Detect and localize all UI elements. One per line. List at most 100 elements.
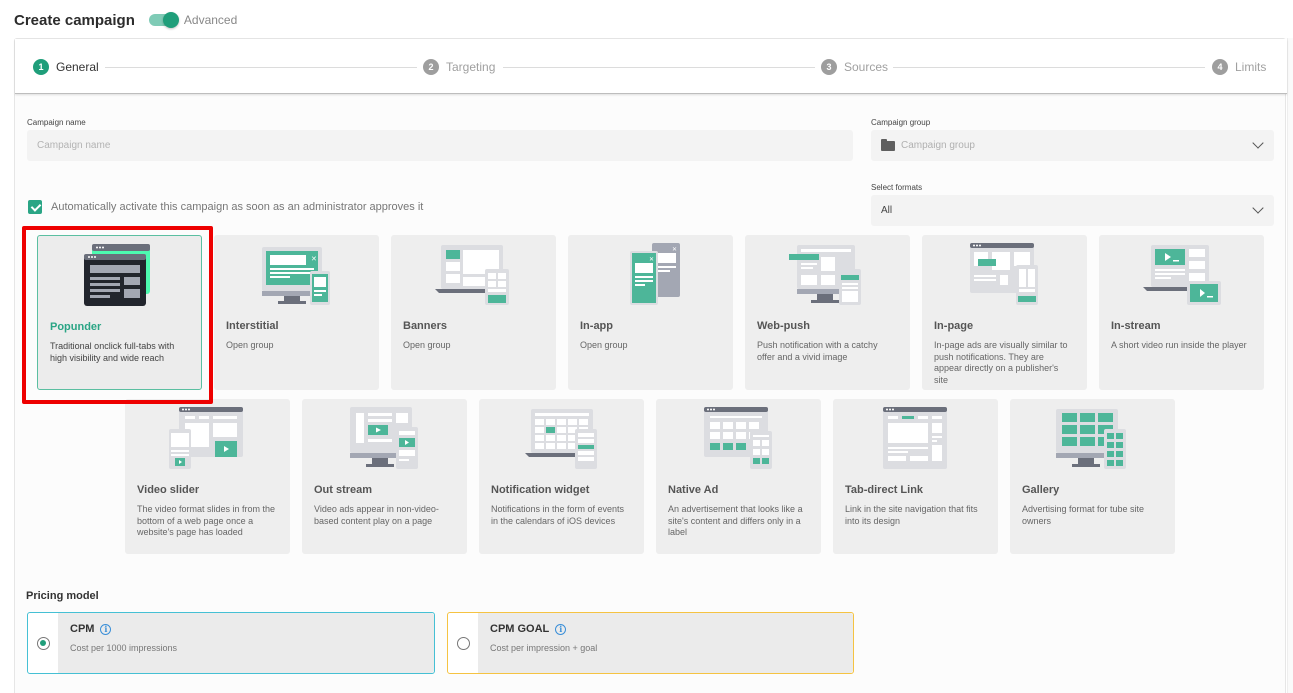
select-formats-label: Select formats bbox=[871, 183, 923, 192]
step-label: Limits bbox=[1235, 60, 1267, 74]
format-tile-in-app[interactable]: ✕ ✕ In-app Open group bbox=[568, 235, 733, 390]
page-title: Create campaign bbox=[14, 11, 135, 29]
format-tile-in-stream[interactable]: In-stream A short video run inside the pl… bbox=[1099, 235, 1264, 390]
advanced-toggle-label: Advanced bbox=[183, 13, 238, 27]
format-tile-desc: Link in the site navigation that fits in… bbox=[845, 504, 978, 526]
format-tile-title: In-app bbox=[580, 320, 613, 332]
pricing-option-cpm[interactable]: CPM i Cost per 1000 impressions bbox=[27, 612, 435, 674]
format-tile-desc: An advertisement that looks like a site'… bbox=[668, 504, 803, 537]
step-label: Sources bbox=[844, 60, 889, 74]
step-number: 3 bbox=[821, 59, 837, 75]
format-tile-desc: Open group bbox=[226, 340, 274, 350]
format-tile-title: Interstitial bbox=[226, 320, 279, 332]
format-tile-title: Out stream bbox=[314, 484, 373, 496]
pricing-option-body: CPM GOAL i Cost per impression + goal bbox=[478, 613, 853, 673]
campaign-group-placeholder: Campaign group bbox=[901, 140, 975, 151]
gallery-icon bbox=[1052, 405, 1132, 471]
step-sources[interactable]: 3 Sources bbox=[821, 58, 888, 76]
scrollbar-track[interactable] bbox=[1287, 38, 1293, 693]
campaign-group-select[interactable]: Campaign group bbox=[871, 130, 1274, 161]
format-tile-title: Video slider bbox=[137, 484, 200, 496]
format-tile-desc: In-page ads are visually similar to push… bbox=[934, 340, 1068, 385]
select-formats-select[interactable]: All bbox=[871, 195, 1274, 226]
step-limits[interactable]: 4 Limits bbox=[1212, 58, 1266, 76]
format-tile-desc: The video format slides in from the bott… bbox=[137, 504, 276, 537]
info-icon[interactable]: i bbox=[555, 623, 567, 635]
pricing-option-cpm-goal[interactable]: CPM GOAL i Cost per impression + goal bbox=[447, 612, 854, 674]
format-tile-desc: A short video run inside the player bbox=[1111, 340, 1247, 350]
svg-text:✕: ✕ bbox=[649, 256, 654, 263]
cpm-goal-radio[interactable] bbox=[456, 636, 470, 650]
pricing-option-title: CPM GOAL i bbox=[490, 623, 853, 635]
step-number: 2 bbox=[423, 59, 439, 75]
step-connector bbox=[893, 67, 1205, 68]
step-number: 1 bbox=[33, 59, 49, 75]
select-formats-value: All bbox=[881, 205, 893, 216]
cpm-goal-desc: Cost per impression + goal bbox=[490, 643, 598, 653]
step-number: 4 bbox=[1212, 59, 1228, 75]
stepper: 1 General 2 Targeting 3 Sources 4 Limits bbox=[15, 39, 1287, 94]
notification-widget-icon bbox=[521, 405, 601, 471]
format-tile-gallery[interactable]: Gallery Advertising format for tube site … bbox=[1010, 399, 1175, 554]
format-tile-desc: Open group bbox=[580, 340, 628, 350]
svg-text:✕: ✕ bbox=[672, 246, 677, 253]
radio-column bbox=[28, 613, 58, 673]
advanced-toggle[interactable] bbox=[148, 12, 179, 28]
format-tile-tab-direct-link[interactable]: Tab-direct Link Link in the site navigati… bbox=[833, 399, 998, 554]
step-label: Targeting bbox=[446, 60, 496, 74]
format-tile-in-page[interactable]: In-page In-page ads are visually similar … bbox=[922, 235, 1087, 390]
pricing-option-body: CPM i Cost per 1000 impressions bbox=[58, 613, 434, 673]
chevron-down-icon bbox=[1252, 202, 1264, 214]
step-general[interactable]: 1 General bbox=[33, 58, 99, 76]
in-app-icon: ✕ ✕ bbox=[610, 241, 690, 307]
campaign-group-label: Campaign group bbox=[871, 118, 931, 127]
format-tile-title: Gallery bbox=[1022, 484, 1060, 496]
format-tile-web-push[interactable]: Web-push Push notification with a catchy … bbox=[745, 235, 910, 390]
video-slider-icon bbox=[167, 405, 247, 471]
format-tile-title: Popunder bbox=[50, 321, 102, 333]
tab-direct-link-icon bbox=[875, 405, 955, 471]
radio-column bbox=[448, 613, 478, 673]
format-tile-native-ad[interactable]: Native Ad An advertisement that looks lik… bbox=[656, 399, 821, 554]
format-tile-video-slider[interactable]: Video slider The video format slides in f… bbox=[125, 399, 290, 554]
format-tile-notification-widget[interactable]: Notification widget Notifications in the … bbox=[479, 399, 644, 554]
web-push-icon bbox=[787, 241, 867, 307]
step-connector bbox=[503, 67, 815, 68]
page-header: Create campaign Advanced bbox=[14, 10, 237, 30]
chevron-down-icon bbox=[1252, 137, 1264, 149]
native-ad-icon bbox=[698, 405, 778, 471]
format-tile-desc: Traditional onclick full-tabs with high … bbox=[50, 341, 175, 363]
format-tile-desc: Advertising format for tube site owners bbox=[1022, 504, 1145, 526]
format-tile-title: In-stream bbox=[1111, 320, 1161, 332]
format-tile-title: In-page bbox=[934, 320, 974, 332]
out-stream-icon bbox=[344, 405, 424, 471]
svg-text:✕: ✕ bbox=[311, 255, 317, 263]
campaign-name-input[interactable] bbox=[37, 140, 853, 151]
format-tile-title: Tab-direct Link bbox=[845, 484, 924, 496]
folder-icon bbox=[881, 139, 895, 151]
auto-activate-checkbox[interactable] bbox=[28, 200, 42, 214]
format-tile-title: Notification widget bbox=[491, 484, 590, 496]
format-tile-out-stream[interactable]: Out stream Video ads appear in non-video-… bbox=[302, 399, 467, 554]
format-tile-title: Web-push bbox=[757, 320, 810, 332]
step-targeting[interactable]: 2 Targeting bbox=[423, 58, 495, 76]
interstitial-icon: ✕ bbox=[256, 241, 336, 307]
campaign-name-field[interactable] bbox=[27, 130, 853, 161]
step-connector bbox=[105, 67, 417, 68]
in-page-icon bbox=[964, 241, 1044, 307]
format-tile-popunder[interactable]: Popunder Traditional onclick full-tabs wi… bbox=[37, 235, 202, 390]
cpm-goal-title: CPM GOAL bbox=[490, 623, 550, 635]
cpm-radio[interactable] bbox=[36, 636, 50, 650]
format-tile-banners[interactable]: Banners Open group bbox=[391, 235, 556, 390]
info-icon[interactable]: i bbox=[100, 623, 112, 635]
pricing-model-title: Pricing model bbox=[26, 590, 99, 602]
format-tile-desc: Video ads appear in non-video-based cont… bbox=[314, 504, 439, 526]
auto-activate-label: Automatically activate this campaign as … bbox=[51, 201, 424, 213]
format-tile-interstitial[interactable]: ✕ Interstitial Open group bbox=[214, 235, 379, 390]
format-tile-desc: Open group bbox=[403, 340, 451, 350]
popunder-icon bbox=[80, 242, 160, 308]
format-tile-desc: Notifications in the form of events in t… bbox=[491, 504, 625, 526]
pricing-option-title: CPM i bbox=[70, 623, 434, 635]
step-label: General bbox=[56, 60, 99, 74]
campaign-name-label: Campaign name bbox=[27, 118, 86, 127]
